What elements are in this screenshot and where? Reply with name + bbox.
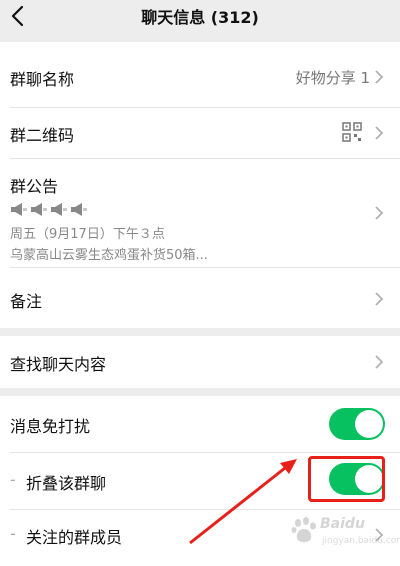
qr-code-row[interactable]: 群二维码 [0, 108, 400, 158]
search-section: 查找聊天内容 [0, 336, 400, 388]
mute-toggle[interactable] [329, 408, 385, 440]
fold-label: 折叠该群聊 [26, 474, 107, 493]
notice-text-line-2: 乌蒙高山云雾生态鸡蛋补货50箱... [10, 248, 208, 263]
group-notice-label: 群公告 [10, 177, 59, 196]
group-name-value: 好物分享 1 [295, 69, 370, 87]
chevron-right-icon [375, 126, 384, 140]
qr-code-label: 群二维码 [10, 126, 75, 145]
chevron-right-icon [375, 292, 384, 306]
group-info-section: 群聊名称 好物分享 1 群二维码 群公告 周五（9月17日）下午３点 乌蒙高山云… [0, 42, 400, 328]
remark-row[interactable]: 备注 [0, 268, 400, 328]
watermark-subtext: jingyan.baidu.com [322, 536, 400, 546]
chevron-right-icon [375, 355, 384, 369]
page-title: 聊天信息 (312) [141, 8, 259, 27]
megaphone-icon [11, 203, 87, 216]
mute-row: 消息免打扰 [0, 396, 400, 452]
watermark-text: Baidu [320, 516, 365, 532]
sub-item-dash: - [10, 470, 16, 489]
baidu-watermark: Baidu jingyan.baidu.com [290, 510, 400, 560]
mute-label: 消息免打扰 [10, 417, 91, 436]
followed-members-label: 关注的群成员 [26, 528, 123, 547]
group-notice-row[interactable]: 群公告 周五（9月17日）下午３点 乌蒙高山云雾生态鸡蛋补货50箱... [0, 159, 400, 266]
chevron-right-icon [375, 70, 384, 84]
toggle-knob [355, 410, 383, 438]
highlight-box [308, 456, 385, 502]
paw-icon [291, 517, 316, 543]
search-chat-row[interactable]: 查找聊天内容 [0, 336, 400, 388]
chevron-right-icon [375, 206, 384, 220]
remark-label: 备注 [10, 292, 43, 311]
sub-item-dash: - [10, 524, 16, 543]
notice-text-line-1: 周五（9月17日）下午３点 [10, 227, 165, 242]
qr-code-icon [342, 122, 362, 142]
group-name-label: 群聊名称 [10, 70, 75, 89]
notice-icons [10, 201, 90, 219]
group-name-row[interactable]: 群聊名称 好物分享 1 [0, 42, 400, 107]
navigation-bar: 聊天信息 (312) [0, 0, 400, 33]
search-chat-label: 查找聊天内容 [10, 355, 107, 374]
